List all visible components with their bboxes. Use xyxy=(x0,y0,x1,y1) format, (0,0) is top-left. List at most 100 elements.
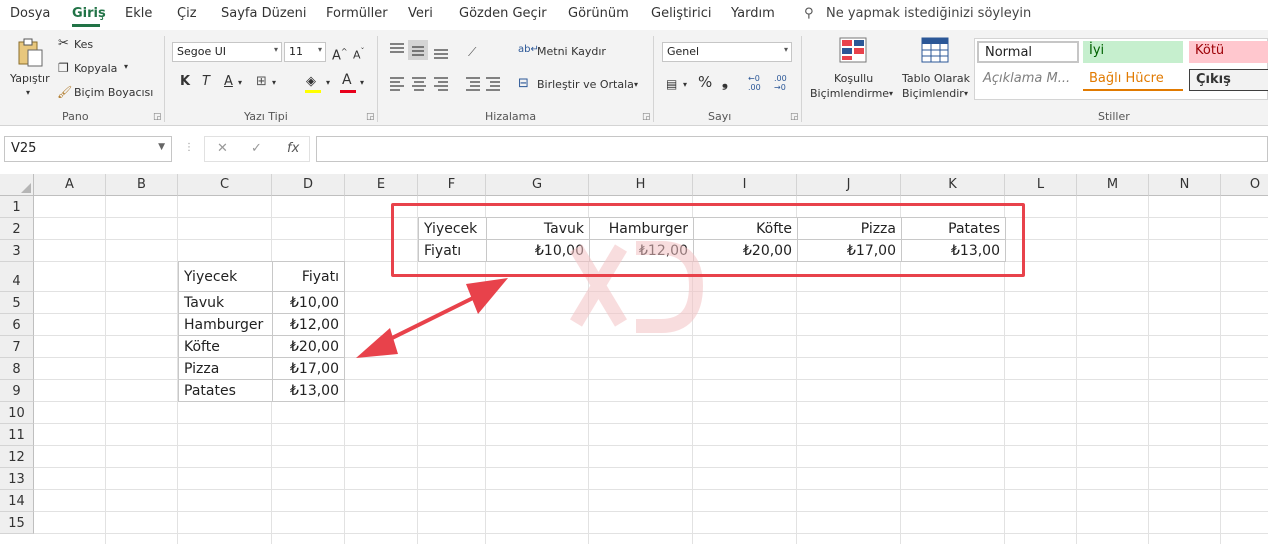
conditional-formatting-button[interactable]: Koşullu Biçimlendirme ▾ xyxy=(808,36,898,106)
menu-yardim[interactable]: Yardım xyxy=(731,6,775,21)
currency-icon[interactable]: ▤ xyxy=(666,76,677,92)
column-header-e[interactable]: E xyxy=(345,174,418,196)
vtable-food-cell[interactable]: Tavuk xyxy=(178,291,273,314)
dialog-launcher-icon[interactable]: ◲ xyxy=(642,112,651,122)
number-format-select[interactable]: Genel ▾ xyxy=(662,42,792,62)
menu-ekle[interactable]: Ekle xyxy=(125,6,152,21)
row-header-11[interactable]: 11 xyxy=(0,424,34,446)
column-header-m[interactable]: M xyxy=(1077,174,1149,196)
style-good[interactable]: İyi xyxy=(1083,41,1183,63)
font-color-button[interactable]: A xyxy=(342,72,352,88)
column-header-k[interactable]: K xyxy=(901,174,1005,196)
dialog-launcher-icon[interactable]: ◲ xyxy=(153,112,162,122)
column-header-o[interactable]: O xyxy=(1221,174,1268,196)
column-header-f[interactable]: F xyxy=(418,174,486,196)
font-size-select[interactable]: 11 ▾ xyxy=(284,42,326,62)
vtable-price-cell[interactable]: ₺12,00 xyxy=(272,313,345,336)
chevron-down-icon[interactable]: ▾ xyxy=(124,62,128,71)
menu-gelistirici[interactable]: Geliştirici xyxy=(651,6,712,21)
column-header-g[interactable]: G xyxy=(486,174,589,196)
style-bad[interactable]: Kötü xyxy=(1189,41,1268,63)
style-output[interactable]: Çıkış xyxy=(1189,69,1268,91)
comma-style-icon[interactable]: ❟ xyxy=(722,74,728,90)
vtable-price-cell[interactable]: ₺13,00 xyxy=(272,379,345,402)
row-header-13[interactable]: 13 xyxy=(0,468,34,490)
vtable-price-cell[interactable]: ₺10,00 xyxy=(272,291,345,314)
name-box[interactable]: V25 ▼ xyxy=(4,136,172,162)
chevron-down-icon[interactable]: ▾ xyxy=(238,78,242,87)
menu-dosya[interactable]: Dosya xyxy=(10,6,50,21)
style-normal[interactable]: Normal xyxy=(977,41,1079,63)
style-explanatory[interactable]: Açıklama M... xyxy=(977,69,1079,91)
row-header-5[interactable]: 5 xyxy=(0,292,34,314)
fill-color-icon[interactable]: ◈ xyxy=(306,74,316,90)
menu-ciz[interactable]: Çiz xyxy=(177,6,197,21)
column-header-j[interactable]: J xyxy=(797,174,901,196)
row-header-15[interactable]: 15 xyxy=(0,512,34,534)
percent-icon[interactable]: % xyxy=(698,74,712,90)
column-header-i[interactable]: I xyxy=(693,174,797,196)
borders-icon[interactable]: ⊞ xyxy=(256,74,267,90)
row-header-14[interactable]: 14 xyxy=(0,490,34,512)
row-header-1[interactable]: 1 xyxy=(0,196,34,218)
style-linked-cell[interactable]: Bağlı Hücre xyxy=(1083,69,1183,91)
vtable-header-food[interactable]: Yiyecek xyxy=(178,261,273,292)
chevron-down-icon[interactable]: ▾ xyxy=(272,78,276,87)
chevron-down-icon[interactable]: ▾ xyxy=(683,80,687,89)
vtable-price-cell[interactable]: ₺17,00 xyxy=(272,357,345,380)
row-header-2[interactable]: 2 xyxy=(0,218,34,240)
column-header-n[interactable]: N xyxy=(1149,174,1221,196)
column-header-l[interactable]: L xyxy=(1005,174,1077,196)
wrap-text-button[interactable]: Metni Kaydır xyxy=(537,45,606,58)
tell-me-search[interactable]: ⚲ Ne yapmak istediğinizi söyleyin xyxy=(804,6,1031,21)
menu-giris[interactable]: Giriş xyxy=(72,6,106,21)
dialog-launcher-icon[interactable]: ◲ xyxy=(790,112,799,122)
paste-button[interactable]: Yapıştır ▾ xyxy=(8,36,52,104)
vtable-food-cell[interactable]: Patates xyxy=(178,379,273,402)
chevron-down-icon[interactable]: ▾ xyxy=(360,78,364,87)
vtable-price-cell[interactable]: ₺20,00 xyxy=(272,335,345,358)
decrease-font-icon[interactable]: Aˇ xyxy=(353,44,365,64)
vtable-header-price[interactable]: Fiyatı xyxy=(272,261,345,292)
increase-font-icon[interactable]: A^ xyxy=(332,44,348,64)
vtable-food-cell[interactable]: Hamburger xyxy=(178,313,273,336)
row-header-4[interactable]: 4 xyxy=(0,262,34,292)
row-header-7[interactable]: 7 xyxy=(0,336,34,358)
merge-center-button[interactable]: Birleştir ve Ortala xyxy=(537,78,634,91)
decrease-decimal-icon[interactable]: .00 →0 xyxy=(774,74,787,92)
row-header-10[interactable]: 10 xyxy=(0,402,34,424)
increase-decimal-icon[interactable]: ←0.00 xyxy=(748,74,761,92)
formula-input[interactable] xyxy=(316,136,1268,162)
underline-button[interactable]: A xyxy=(224,74,233,90)
row-header-3[interactable]: 3 xyxy=(0,240,34,262)
column-header-b[interactable]: B xyxy=(106,174,178,196)
font-name-select[interactable]: Segoe UI ▾ xyxy=(172,42,282,62)
cancel-icon[interactable]: ✕ xyxy=(217,141,228,156)
format-painter-button[interactable]: Biçim Boyacısı xyxy=(74,86,153,99)
copy-button[interactable]: Kopyala xyxy=(74,62,117,75)
enter-icon[interactable]: ✓ xyxy=(251,141,262,156)
menu-formuller[interactable]: Formüller xyxy=(326,6,388,21)
column-header-c[interactable]: C xyxy=(178,174,272,196)
chevron-down-icon[interactable]: ▾ xyxy=(326,78,330,87)
row-header-8[interactable]: 8 xyxy=(0,358,34,380)
column-header-h[interactable]: H xyxy=(589,174,693,196)
row-header-9[interactable]: 9 xyxy=(0,380,34,402)
column-header-a[interactable]: A xyxy=(34,174,106,196)
cut-button[interactable]: Kes xyxy=(74,38,93,51)
format-as-table-button[interactable]: Tablo Olarak Biçimlendir ▾ xyxy=(900,36,972,106)
italic-button[interactable]: T xyxy=(202,74,210,90)
menu-veri[interactable]: Veri xyxy=(408,6,433,21)
vtable-food-cell[interactable]: Pizza xyxy=(178,357,273,380)
menu-sayfa-duzeni[interactable]: Sayfa Düzeni xyxy=(221,6,307,21)
dialog-launcher-icon[interactable]: ◲ xyxy=(366,112,375,122)
insert-function-icon[interactable]: fx xyxy=(287,141,299,156)
menu-gozden-gecir[interactable]: Gözden Geçir xyxy=(459,6,547,21)
menu-gorunum[interactable]: Görünüm xyxy=(568,6,629,21)
bold-button[interactable]: K xyxy=(180,74,190,90)
row-header-12[interactable]: 12 xyxy=(0,446,34,468)
column-header-d[interactable]: D xyxy=(272,174,345,196)
row-header-6[interactable]: 6 xyxy=(0,314,34,336)
chevron-down-icon[interactable]: ▾ xyxy=(634,80,638,89)
vtable-food-cell[interactable]: Köfte xyxy=(178,335,273,358)
